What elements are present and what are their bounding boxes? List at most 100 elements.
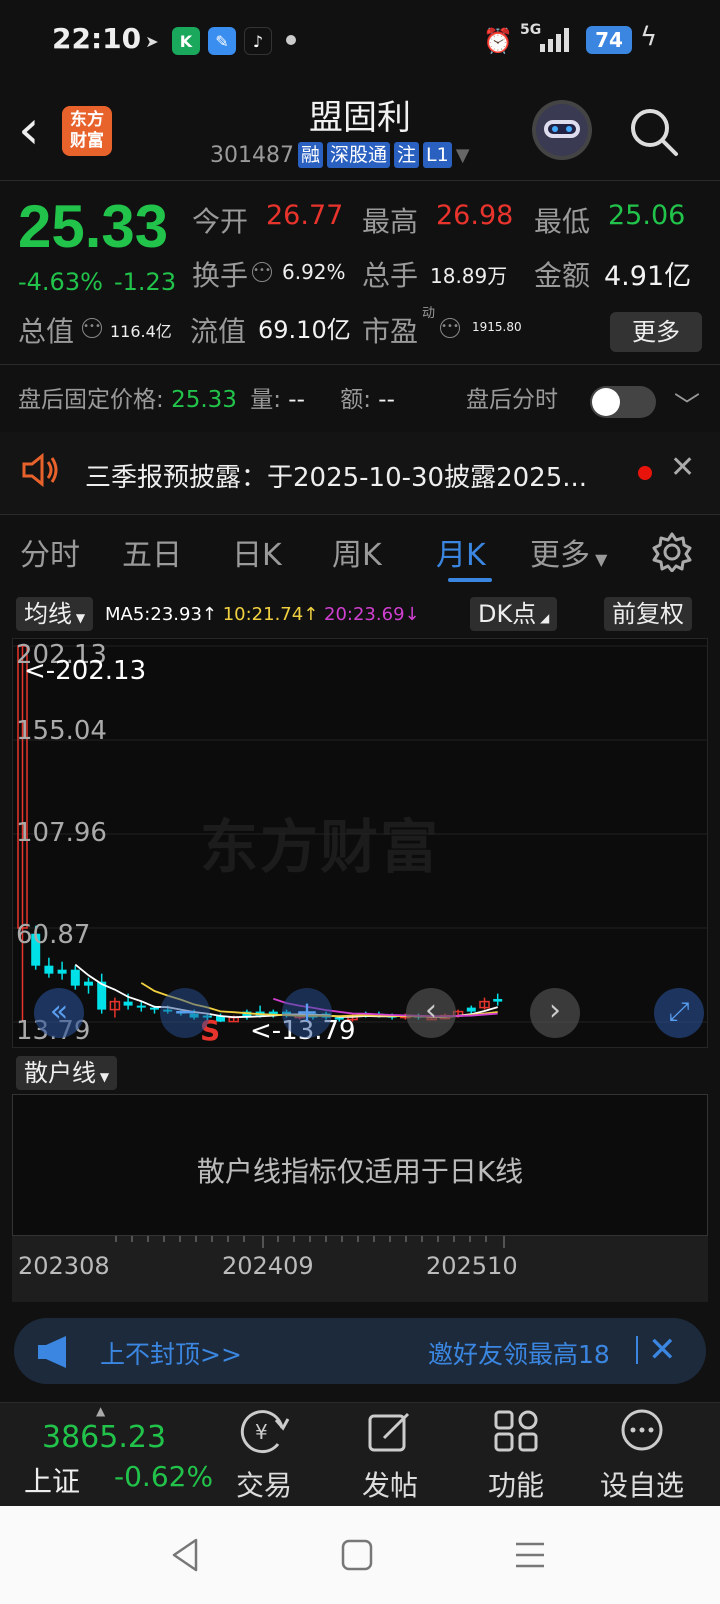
app-k-icon: K xyxy=(172,27,200,55)
after-hours-intraday-label: 盘后分时 xyxy=(466,387,558,413)
period-tabs: 分时 五日 日K 周K 月K 更多 ▼ xyxy=(0,530,720,590)
dk-label: DK点 xyxy=(478,600,537,628)
divider xyxy=(0,364,720,365)
after-hours-label: 盘后固定价格: xyxy=(18,387,164,413)
turnover-value: 6.92% xyxy=(282,260,346,284)
mktcap-value: 116.4亿 xyxy=(110,322,172,341)
tag-registered: 注 xyxy=(394,142,420,168)
promo-text-left[interactable]: 上不封顶>> xyxy=(100,1335,242,1371)
index-name[interactable]: 上证 xyxy=(24,1460,80,1500)
speaker-icon xyxy=(22,452,58,488)
candle-body xyxy=(84,981,93,986)
candle-body xyxy=(70,969,80,986)
next-icon[interactable]: › xyxy=(530,988,580,1038)
info-dots-icon[interactable]: ••• xyxy=(82,318,102,338)
candle-body xyxy=(123,1001,133,1006)
back-chevron-icon[interactable]: ‹ xyxy=(18,103,58,158)
clock: 22:10 xyxy=(52,22,142,55)
tab-five-day[interactable]: 五日 xyxy=(122,530,182,574)
nav-back-icon[interactable] xyxy=(170,1538,200,1572)
candle xyxy=(97,973,107,1014)
candle-body xyxy=(466,1007,476,1012)
tab-intraday[interactable]: 分时 xyxy=(20,530,80,574)
close-icon[interactable]: ✕ xyxy=(670,450,695,485)
tab-more[interactable]: 更多 ▼ xyxy=(530,530,607,574)
candle xyxy=(44,957,54,978)
zoom-in-icon[interactable]: + xyxy=(282,988,332,1038)
gear-icon[interactable] xyxy=(652,532,692,572)
nav-post-label: 发帖 xyxy=(361,1469,418,1502)
high-label: 最高 xyxy=(362,205,419,238)
x-tick-label: 202308 xyxy=(18,1252,110,1280)
stock-name: 盟固利 xyxy=(309,98,411,138)
caret-down-icon: ▼ xyxy=(590,550,608,569)
max-price-marker: <-202.13 xyxy=(24,656,147,686)
index-value[interactable]: 3865.23 xyxy=(42,1420,166,1455)
candle-body xyxy=(150,1007,159,1010)
tag-connect: 深股通 xyxy=(327,142,391,168)
scroll-start-icon[interactable]: « xyxy=(34,988,84,1038)
candle xyxy=(70,965,80,990)
nav-home-icon[interactable] xyxy=(340,1538,374,1572)
more-notifications-icon xyxy=(286,35,296,45)
fullscreen-icon[interactable]: ⤢ xyxy=(654,988,704,1038)
mktcap-label: 总值 xyxy=(18,315,75,348)
open-value: 26.77 xyxy=(266,200,344,231)
tag-margin: 融 xyxy=(297,142,323,168)
stock-code-row[interactable]: 301487 融 深股通 注 L1 ▼ xyxy=(210,140,470,170)
candle xyxy=(84,977,93,994)
pe-value: 1915.80 xyxy=(472,320,522,334)
candle xyxy=(466,1005,476,1014)
down-arrow-icon: ↓ xyxy=(404,604,420,625)
tab-daily-k[interactable]: 日K xyxy=(232,530,282,574)
nav-add-watchlist[interactable]: 设自选 xyxy=(592,1408,692,1504)
divider xyxy=(0,514,720,515)
search-icon[interactable] xyxy=(628,106,680,158)
tab-monthly-k[interactable]: 月K xyxy=(436,530,486,574)
pe-dynamic-mark: 动 xyxy=(422,306,436,321)
index-percent[interactable]: -0.62% xyxy=(114,1460,213,1493)
candle-body xyxy=(57,969,67,974)
promo-text-right[interactable]: 邀好友领最高18 xyxy=(428,1335,633,1371)
float-label: 流值 xyxy=(190,315,247,348)
active-tab-indicator xyxy=(448,578,492,582)
zoom-out-icon[interactable]: − xyxy=(160,988,210,1038)
amount-value: 4.91亿 xyxy=(604,261,692,292)
nav-post[interactable]: 发帖 xyxy=(340,1408,440,1504)
nav-trade[interactable]: ¥ 交易 xyxy=(214,1408,314,1504)
info-dots-icon[interactable]: ••• xyxy=(252,262,272,282)
more-circle-icon xyxy=(621,1409,663,1451)
send-icon: ➤ xyxy=(145,31,159,51)
sub-indicator-selector[interactable]: 散户线 ▼ xyxy=(16,1056,118,1090)
more-button[interactable]: 更多 xyxy=(610,312,702,352)
x-tick-label: 202409 xyxy=(222,1252,314,1280)
amount-label: 金额 xyxy=(534,259,591,292)
up-arrow-icon: ↑ xyxy=(303,604,325,625)
up-arrow-icon: ↑ xyxy=(201,604,223,625)
kline-canvas[interactable] xyxy=(12,638,708,1048)
logo-line2: 财富 xyxy=(70,131,104,151)
float-value: 69.10亿 xyxy=(258,316,351,344)
battery-icon: 74 xyxy=(586,26,632,54)
info-dots-icon[interactable]: ••• xyxy=(440,318,460,338)
edit-icon xyxy=(368,1412,410,1452)
dk-point-selector[interactable]: DK点 ◢ xyxy=(470,597,558,631)
caret-up-icon: ▲ xyxy=(96,1404,106,1418)
y-tick-label: 107.96 xyxy=(16,818,107,848)
tab-weekly-k[interactable]: 周K xyxy=(332,530,382,574)
caret-down-icon: ▼ xyxy=(96,1070,110,1084)
nav-menu-icon[interactable] xyxy=(512,1540,548,1570)
candle xyxy=(493,993,503,1006)
nav-functions[interactable]: 功能 xyxy=(466,1408,566,1504)
x-axis-ticks xyxy=(115,1236,505,1248)
current-price: 25.33 xyxy=(18,193,169,260)
news-text[interactable]: 三季报预披露：于2025-10-30披露2025... xyxy=(85,457,605,494)
close-icon[interactable]: ✕ xyxy=(648,1330,677,1370)
prev-icon[interactable]: ‹ xyxy=(406,988,456,1038)
assistant-robot-icon[interactable] xyxy=(532,100,592,160)
chevron-down-icon[interactable]: ﹀ xyxy=(674,386,700,423)
divider xyxy=(636,1336,638,1364)
ma-selector[interactable]: 均线 ▼ xyxy=(16,597,94,631)
ma-values: MA5:23.93↑ 10:21.74↑ 20:23.69↓ xyxy=(105,604,420,625)
adjust-selector[interactable]: 前复权 xyxy=(604,597,692,631)
